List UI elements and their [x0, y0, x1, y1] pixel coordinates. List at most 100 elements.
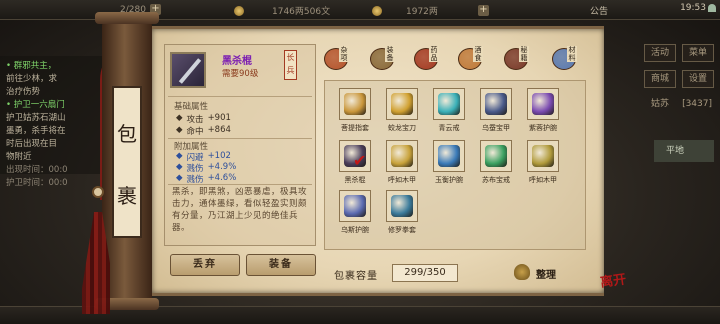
- black-staff-icon: [170, 52, 206, 88]
- item-name: 黑杀棍: [222, 56, 252, 67]
- discard-button[interactable]: 丢弃: [170, 254, 240, 276]
- divider: [168, 184, 312, 185]
- tassel-knot: [92, 186, 104, 198]
- weapon-type-tag: 长兵: [284, 50, 297, 80]
- add-gold-button[interactable]: +: [477, 5, 489, 16]
- attr-attack: ◆ 攻击 +901: [176, 113, 231, 125]
- inventory-slot[interactable]: [527, 140, 559, 172]
- quest-line: 前往少林，求: [6, 74, 58, 84]
- scroll-cap-top: [95, 12, 159, 24]
- tab-manual[interactable]: 秘籍: [502, 46, 532, 74]
- divider: [168, 96, 312, 97]
- clock: 19:53: [680, 3, 706, 13]
- capacity-label: 包裹容量: [334, 271, 378, 282]
- shop-button[interactable]: 商城: [644, 70, 676, 88]
- diamond-icon: ◆: [176, 113, 183, 123]
- quest-line: 出现时间：00:0: [6, 165, 68, 175]
- item-name-label: 菩提指套: [341, 124, 369, 132]
- diamond-icon: ◆: [176, 125, 183, 135]
- capacity-value: 299/350: [392, 264, 458, 282]
- base-attributes-title: 基础属性: [174, 102, 209, 112]
- tab-equipment[interactable]: 装备: [368, 46, 398, 74]
- tab-label: 酒食: [473, 46, 483, 62]
- item-name-label: 蛟龙宝刀: [388, 124, 416, 132]
- inventory-title-plate: 包 裹: [112, 86, 142, 238]
- wifi-icon: [708, 4, 716, 12]
- close-stamp-button[interactable]: 离开: [599, 268, 627, 290]
- quest-line: 护卫姑苏石湖山: [6, 113, 66, 123]
- inventory-slot[interactable]: [386, 190, 418, 222]
- quest-line: 墨勇，杀手将在: [6, 126, 66, 136]
- item-icon: [391, 195, 413, 217]
- tab-material[interactable]: 材料: [550, 46, 580, 74]
- inventory-slot[interactable]: [386, 140, 418, 172]
- item-icon: [391, 93, 413, 115]
- quest-line: 物附近: [6, 152, 32, 162]
- item-icon: [485, 145, 507, 167]
- sort-button[interactable]: 整理: [514, 262, 570, 284]
- gold-value: 1972两: [406, 7, 438, 17]
- attr-value: +864: [207, 125, 231, 135]
- gold-resource: 1972两 +: [372, 4, 489, 17]
- sort-label: 整理: [536, 270, 556, 281]
- attr-label: 命中: [186, 127, 204, 137]
- location-coord: [3437]: [682, 99, 712, 109]
- equip-button[interactable]: 装备: [246, 254, 316, 276]
- inventory-slot[interactable]: [339, 88, 371, 120]
- title-char-1: 包: [117, 122, 137, 146]
- inventory-slot[interactable]: [480, 88, 512, 120]
- money-bag-icon: [514, 264, 530, 280]
- inventory-slot[interactable]: [527, 88, 559, 120]
- item-icon: [532, 93, 554, 115]
- item-icon: [438, 145, 460, 167]
- inventory-slot[interactable]: [480, 140, 512, 172]
- quest-log[interactable]: • 群邪共主， 前往少林，求 治疗伤势 • 护卫一六扇门 护卫姑苏石湖山 墨勇，杀手将…: [0, 56, 104, 188]
- quest-line: 治疗伤势: [6, 87, 41, 97]
- inventory-slot[interactable]: [339, 190, 371, 222]
- gold-icon: [372, 5, 382, 16]
- item-name-label: 苏布宝戒: [482, 176, 510, 184]
- announcement-button[interactable]: 公告: [590, 4, 608, 17]
- item-icon: [391, 145, 413, 167]
- attr-value: +901: [207, 113, 231, 123]
- zone-label: 平地: [654, 140, 714, 162]
- inventory-slot[interactable]: [386, 88, 418, 120]
- tab-label: 装备: [385, 46, 395, 62]
- inventory-slot[interactable]: [433, 140, 465, 172]
- item-icon: [344, 93, 366, 115]
- activity-button[interactable]: 活动: [644, 44, 676, 62]
- tab-label: 材料: [567, 46, 577, 62]
- item-description: 黑杀，即黑煞，凶恶暴虐，极具攻击力，通体墨绿，看似轻盈实则颇有分量，乃江湖上少见…: [172, 187, 308, 233]
- item-icon: [532, 145, 554, 167]
- attr-label: 攻击: [186, 115, 204, 125]
- location-label: 姑苏: [650, 99, 669, 109]
- tab-food[interactable]: 酒食: [456, 46, 486, 74]
- settings-button[interactable]: 设置: [682, 70, 714, 88]
- attr-accuracy: ◆ 命中 +864: [176, 125, 231, 137]
- tab-label: 杂项: [339, 46, 349, 62]
- quest-line: • 护卫一六扇门: [6, 100, 65, 110]
- item-name-label: 青云戒: [438, 124, 460, 132]
- item-name-label: 玉衡护腕: [435, 176, 463, 184]
- item-icon: [485, 93, 507, 115]
- item-name-label: 乌蚕宝甲: [482, 124, 510, 132]
- title-char-2: 裹: [117, 184, 137, 208]
- item-icon: [344, 195, 366, 217]
- quest-line: 护卫时间：00:0: [6, 178, 68, 188]
- equipped-check-icon: ✔: [353, 151, 367, 170]
- tab-misc[interactable]: 杂项: [322, 46, 352, 74]
- item-requirement: 需要90级: [222, 69, 259, 79]
- quest-line: 时后出现在目: [6, 139, 58, 149]
- item-name-label: 紫蓉护腕: [529, 124, 557, 132]
- inventory-slot[interactable]: [433, 88, 465, 120]
- tab-medicine[interactable]: 药品: [412, 46, 442, 74]
- menu-button[interactable]: 菜单: [682, 44, 714, 62]
- coin-icon: [234, 5, 244, 16]
- divider: [168, 138, 312, 139]
- tab-label: 秘籍: [519, 46, 529, 62]
- item-name-label: 呼如木甲: [388, 176, 416, 184]
- inventory-slot[interactable]: ✔: [339, 140, 371, 172]
- game-screen: 2/280 + 1746两506文 1972两 + 公告 19:53 • 群邪共…: [0, 0, 720, 324]
- item-name-label: 乌斯护腕: [341, 226, 369, 234]
- item-name-label: 黑杀棍: [344, 176, 366, 184]
